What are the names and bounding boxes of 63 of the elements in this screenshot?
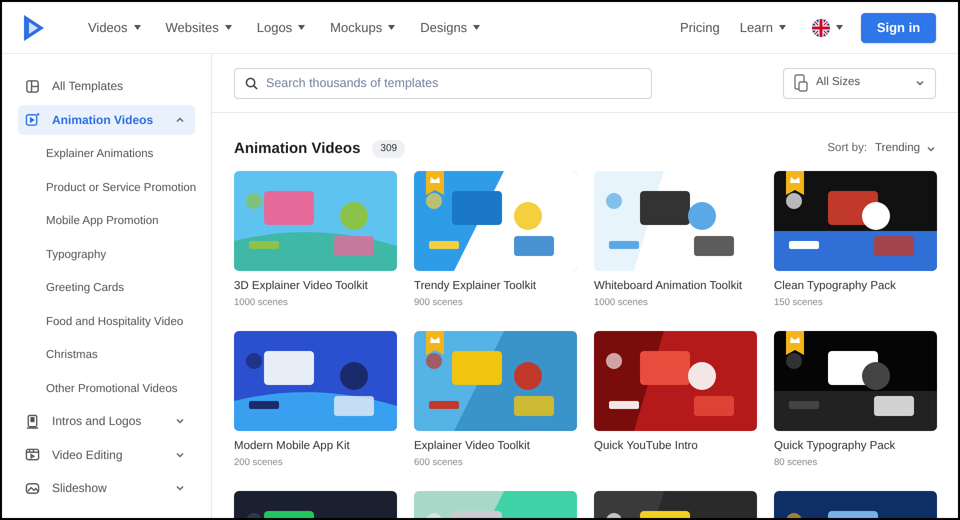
- chevron-down-icon: [915, 78, 925, 88]
- nav-menu[interactable]: Mockups: [330, 18, 396, 38]
- nav-menu[interactable]: Designs: [420, 18, 480, 38]
- template-title[interactable]: Trendy Explainer Toolkit: [414, 278, 577, 296]
- section-title: Animation Videos: [234, 138, 360, 159]
- template-title[interactable]: Whiteboard Animation Toolkit: [594, 278, 757, 296]
- subcategory-link[interactable]: Mobile App Promotion: [18, 205, 195, 238]
- chevron-down-icon: [926, 144, 936, 154]
- template-title[interactable]: Quick YouTube Intro: [594, 438, 757, 456]
- sign-in-button[interactable]: Sign in: [861, 12, 936, 42]
- search-field[interactable]: Search thousands of templates: [234, 68, 652, 98]
- caret-icon: [473, 25, 480, 30]
- subcategory-link[interactable]: Food and Hospitality Video: [18, 306, 195, 339]
- pricing-link[interactable]: Pricing: [680, 18, 720, 38]
- subcategory-link[interactable]: Greeting Cards: [18, 272, 195, 306]
- language-selector[interactable]: [812, 18, 843, 36]
- caret-icon: [298, 25, 306, 30]
- sidebar-item[interactable]: Video Editing: [18, 440, 195, 470]
- caret-icon: [836, 25, 843, 30]
- template-title[interactable]: Clean Typography Pack: [774, 278, 937, 296]
- sidebar-item[interactable]: Intros and Logos: [18, 406, 195, 436]
- image-icon: [25, 480, 40, 496]
- learn-menu[interactable]: Learn: [740, 18, 786, 38]
- caret-icon: [224, 25, 232, 30]
- logo-icon[interactable]: [22, 12, 46, 42]
- template-title[interactable]: Explainer Video Toolkit: [414, 438, 577, 456]
- subcategory-link[interactable]: Product or Service Promotion: [18, 172, 195, 205]
- sort-label: Sort by:: [827, 141, 868, 156]
- scene-count: 150 scenes: [774, 296, 824, 310]
- scene-count: 600 scenes: [414, 456, 464, 470]
- template-title[interactable]: 3D Explainer Video Toolkit: [234, 278, 397, 296]
- sort-dropdown[interactable]: Trending: [875, 140, 936, 158]
- chevron-down-icon: [175, 483, 185, 493]
- flag-icon: [812, 18, 830, 36]
- sidebar-item[interactable]: Animation Videos: [18, 104, 195, 134]
- caret-icon: [779, 25, 786, 30]
- caret-icon: [388, 25, 396, 30]
- scene-count: 900 scenes: [414, 296, 464, 310]
- nav-menu[interactable]: Logos: [256, 18, 306, 38]
- device-icon: [794, 74, 808, 92]
- caret-icon: [134, 25, 141, 30]
- subcategory-link[interactable]: Explainer Animations: [18, 138, 195, 172]
- sidebar-item[interactable]: All Templates: [18, 71, 195, 101]
- video-icon: [25, 112, 40, 127]
- nav-menu[interactable]: Videos: [88, 18, 141, 38]
- scene-count: 80 scenes: [774, 456, 818, 470]
- chevron-down-icon: [175, 416, 185, 426]
- subcategory-link[interactable]: Other Promotional Videos: [18, 372, 195, 406]
- count-badge: 309: [372, 140, 406, 158]
- subcategory-link[interactable]: Typography: [18, 238, 195, 272]
- scene-count: 1000 scenes: [234, 296, 289, 310]
- template-title[interactable]: Quick Typography Pack: [774, 438, 937, 456]
- nav-menu[interactable]: Websites: [166, 18, 232, 38]
- template-title[interactable]: Modern Mobile App Kit: [234, 438, 397, 456]
- subcategory-link[interactable]: Christmas: [18, 339, 195, 372]
- film-icon: [25, 447, 40, 462]
- size-dropdown[interactable]: All Sizes: [783, 68, 936, 98]
- scene-count: 1000 scenes: [594, 296, 649, 310]
- search-icon: [245, 76, 258, 90]
- scene-count: 200 scenes: [234, 456, 284, 470]
- sidebar-item[interactable]: Slideshow: [18, 473, 195, 503]
- layout-icon: [25, 78, 40, 94]
- phone-icon: [25, 414, 40, 428]
